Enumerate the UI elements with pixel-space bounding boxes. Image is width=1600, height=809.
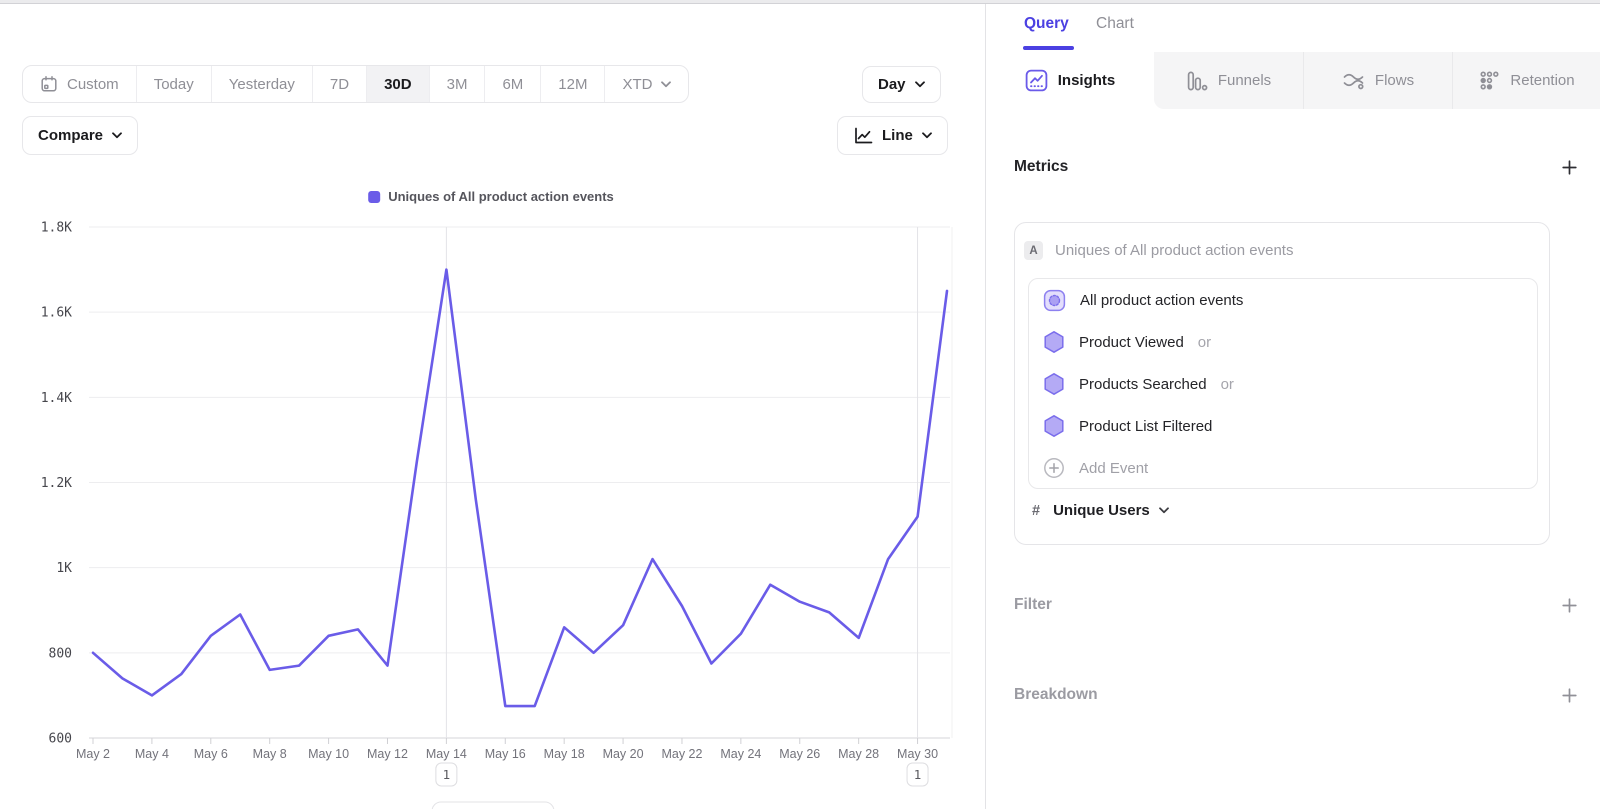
svg-text:May 10: May 10: [308, 747, 349, 761]
add-breakdown-button plus-icon[interactable]: [1562, 688, 1577, 703]
event-operator: or: [1198, 334, 1211, 351]
breakdown-section-header: Breakdown: [1014, 682, 1577, 708]
plus-circle-icon: [1043, 457, 1065, 479]
svg-text:1.6K: 1.6K: [41, 306, 72, 321]
metric-card: A Uniques of All product action events A…: [1014, 222, 1550, 545]
metrics-heading: Metrics: [1014, 158, 1068, 176]
tab-retention[interactable]: Retention: [1452, 52, 1600, 109]
annotation-marker[interactable]: 1: [907, 763, 928, 786]
svg-text:May 28: May 28: [838, 747, 879, 761]
event-operator: or: [1221, 376, 1234, 393]
funnels-icon: [1186, 70, 1208, 92]
svg-text:1.8K: 1.8K: [41, 221, 72, 236]
metric-card-header[interactable]: A Uniques of All product action events: [1015, 223, 1549, 278]
svg-text:May 4: May 4: [135, 747, 169, 761]
event-name: Product List Filtered: [1079, 418, 1212, 435]
filter-section-header: Filter: [1014, 592, 1577, 618]
tab-insights[interactable]: Insights: [986, 52, 1154, 109]
svg-text:May 24: May 24: [720, 747, 761, 761]
svg-text:May 16: May 16: [485, 747, 526, 761]
retention-icon: [1479, 70, 1500, 91]
tab-label: Insights: [1058, 72, 1116, 89]
tab-label: Flows: [1375, 72, 1414, 89]
svg-text:May 12: May 12: [367, 747, 408, 761]
event-name: Products Searched: [1079, 376, 1207, 393]
svg-text:1: 1: [443, 767, 451, 782]
clipped-bottom-pill[interactable]: [432, 802, 554, 809]
svg-text:May 20: May 20: [603, 747, 644, 761]
event-list: All product action events Product Viewed o…: [1028, 278, 1538, 489]
all-events-icon: [1043, 289, 1066, 312]
section-title: Filter: [1014, 596, 1052, 614]
tab-flows[interactable]: Flows: [1303, 52, 1452, 109]
svg-text:1.2K: 1.2K: [41, 476, 72, 491]
metric-title: Uniques of All product action events: [1055, 242, 1293, 259]
report-type-tabs: Insights Funnels Flows Retention: [986, 52, 1600, 109]
svg-text:May 30: May 30: [897, 747, 938, 761]
svg-text:May 2: May 2: [76, 747, 110, 761]
hash-icon: #: [1032, 503, 1040, 519]
event-name: Product Viewed: [1079, 334, 1184, 351]
svg-text:May 8: May 8: [253, 747, 287, 761]
svg-text:May 6: May 6: [194, 747, 228, 761]
add-filter-button plus-icon[interactable]: [1562, 598, 1577, 613]
section-title: Breakdown: [1014, 686, 1098, 704]
tab-label: Retention: [1510, 72, 1574, 89]
tab-query[interactable]: Query: [1024, 15, 1069, 33]
measurement-label: Unique Users: [1053, 502, 1169, 519]
event-row-3[interactable]: Products Searched or: [1029, 363, 1537, 405]
svg-text:May 18: May 18: [544, 747, 585, 761]
event-name: All product action events: [1080, 292, 1243, 309]
event-name: Add Event: [1079, 460, 1148, 477]
hexagon-icon: [1043, 330, 1065, 354]
event-row-1[interactable]: All product action events: [1029, 279, 1537, 321]
measurement-selector[interactable]: # Unique Users: [1032, 502, 1169, 519]
chevron-down-icon: [1159, 507, 1169, 514]
svg-text:May 22: May 22: [661, 747, 702, 761]
flows-icon: [1342, 70, 1365, 92]
hexagon-icon: [1043, 372, 1065, 396]
line-chart[interactable]: 600 800 1K 1.2K 1.4K 1.6K 1.8K May 2 May 4 May 6 M…: [0, 4, 985, 809]
active-tab-underline: [1023, 46, 1074, 50]
svg-text:1.4K: 1.4K: [41, 391, 72, 406]
metrics-section-header: Metrics: [1014, 154, 1577, 180]
svg-text:600: 600: [49, 732, 72, 747]
event-row-4[interactable]: Product List Filtered: [1029, 405, 1537, 447]
tab-funnels[interactable]: Funnels: [1154, 52, 1303, 109]
add-metric-button plus-icon[interactable]: [1562, 160, 1577, 175]
svg-text:800: 800: [49, 646, 72, 661]
query-panel: Query Chart Insights Funnels Flows Retentio…: [985, 4, 1600, 809]
window-top-strip: [0, 0, 1600, 4]
chart-area: CustomTodayYesterday7D30D3M6M12MXTD Day …: [0, 4, 985, 809]
tab-chart[interactable]: Chart: [1096, 15, 1134, 33]
svg-text:1K: 1K: [56, 561, 72, 576]
svg-text:May 26: May 26: [779, 747, 820, 761]
annotation-marker[interactable]: 1: [436, 763, 457, 786]
svg-text:May 14: May 14: [426, 747, 467, 761]
event-row-2[interactable]: Product Viewed or: [1029, 321, 1537, 363]
metric-badge: A: [1024, 241, 1043, 260]
measurement-text: Unique Users: [1053, 502, 1150, 519]
hexagon-icon: [1043, 414, 1065, 438]
app-window: CustomTodayYesterday7D30D3M6M12MXTD Day …: [0, 0, 1600, 809]
insights-icon: [1025, 69, 1048, 92]
panel-header: Query Chart: [986, 4, 1600, 52]
tab-label: Funnels: [1218, 72, 1271, 89]
svg-text:1: 1: [914, 767, 922, 782]
event-row-5[interactable]: Add Event: [1029, 447, 1537, 489]
